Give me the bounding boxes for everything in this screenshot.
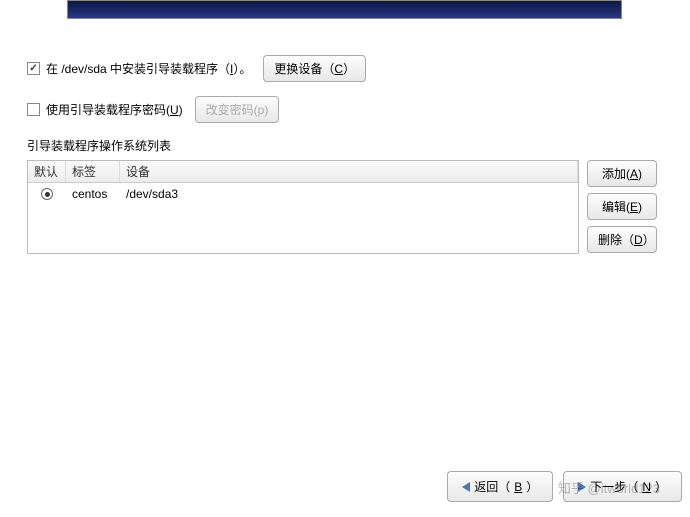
edit-button[interactable]: 编辑(E) — [587, 193, 657, 220]
use-password-row: 使用引导装载程序密码(U) 改变密码(p) — [27, 96, 663, 123]
main-content: 在 /dev/sda 中安装引导装载程序（I）。 更换设备（C） 使用引导装载程… — [27, 55, 663, 254]
install-bootloader-checkbox[interactable] — [27, 62, 40, 75]
wizard-footer: 返回（B） 下一步（N） — [447, 471, 682, 502]
header-banner — [67, 0, 622, 19]
install-bootloader-label: 在 /dev/sda 中安装引导装载程序（I）。 — [46, 60, 251, 77]
install-bootloader-row: 在 /dev/sda 中安装引导装载程序（I）。 更换设备（C） — [27, 55, 663, 82]
table-header: 默认 标签 设备 — [28, 161, 578, 183]
arrow-right-icon — [578, 482, 586, 492]
use-password-checkbox[interactable] — [27, 103, 40, 116]
col-header-label[interactable]: 标签 — [66, 161, 120, 182]
table-row[interactable]: centos /dev/sda3 — [28, 183, 578, 205]
next-button[interactable]: 下一步（N） — [563, 471, 682, 502]
side-buttons: 添加(A) 编辑(E) 删除（D） — [587, 160, 657, 253]
back-button[interactable]: 返回（B） — [447, 471, 553, 502]
col-header-device[interactable]: 设备 — [120, 161, 578, 182]
change-device-button[interactable]: 更换设备（C） — [263, 55, 366, 82]
os-list-area: 默认 标签 设备 centos /dev/sda3 添加(A) 编辑(E) 删除… — [27, 160, 663, 254]
row-device-cell: /dev/sda3 — [120, 187, 184, 201]
default-radio[interactable] — [41, 188, 53, 200]
row-label-cell: centos — [66, 187, 120, 201]
row-default-cell[interactable] — [28, 188, 66, 200]
os-list-title: 引导装载程序操作系统列表 — [27, 137, 663, 154]
add-button[interactable]: 添加(A) — [587, 160, 657, 187]
use-password-label: 使用引导装载程序密码(U) — [46, 101, 183, 118]
delete-button[interactable]: 删除（D） — [587, 226, 657, 253]
col-header-default[interactable]: 默认 — [28, 161, 66, 182]
arrow-left-icon — [462, 482, 470, 492]
change-password-button: 改变密码(p) — [195, 96, 280, 123]
os-table: 默认 标签 设备 centos /dev/sda3 — [27, 160, 579, 254]
